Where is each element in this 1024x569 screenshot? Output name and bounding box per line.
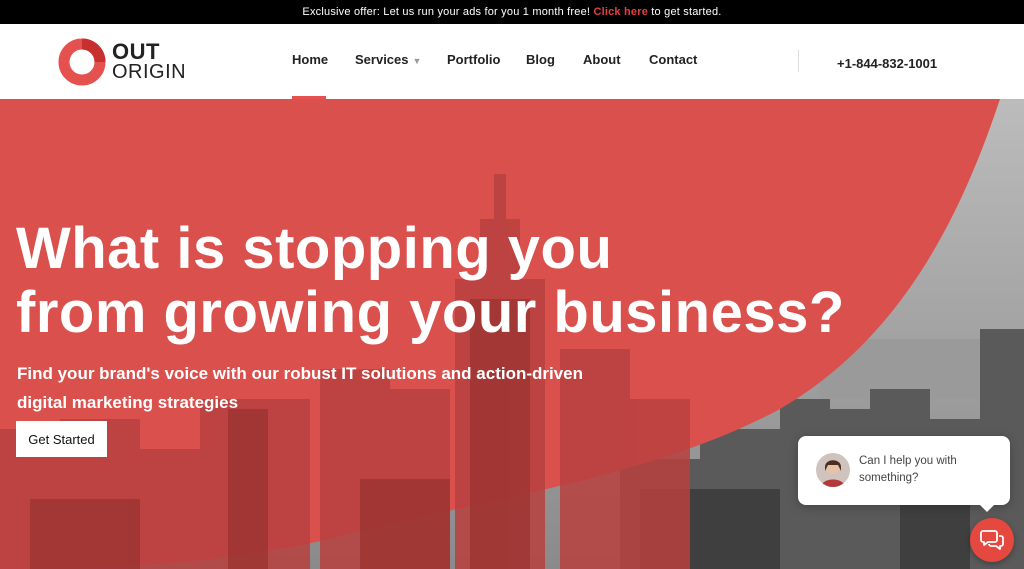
header-divider bbox=[798, 50, 799, 72]
chat-open-button[interactable] bbox=[970, 518, 1014, 562]
nav-item-blog[interactable]: Blog bbox=[526, 52, 555, 67]
promo-bar: Exclusive offer: Let us run your ads for… bbox=[0, 0, 1024, 24]
agent-avatar bbox=[816, 453, 850, 487]
hero-subtitle-line-2: digital marketing strategies bbox=[17, 393, 239, 412]
hero-subtitle-line-1: Find your brand's voice with our robust … bbox=[17, 364, 584, 383]
promo-link[interactable]: Click here bbox=[593, 6, 648, 18]
nav-item-contact[interactable]: Contact bbox=[649, 52, 697, 67]
logo-word-origin: ORIGIN bbox=[112, 61, 187, 83]
chat-prompt-bubble[interactable]: Can I help you with something? bbox=[798, 436, 1010, 512]
hero-title-line-2: from growing your business? bbox=[16, 280, 845, 345]
logo-wordmark: OUT ORIGIN bbox=[112, 39, 187, 83]
brand-logo[interactable]: OUT ORIGIN bbox=[58, 37, 186, 87]
phone-link[interactable]: +1-844-832-1001 bbox=[837, 56, 937, 71]
logo-word-out: OUT bbox=[112, 39, 160, 64]
chevron-down-icon: ▼ bbox=[412, 56, 422, 66]
hero-title-line-1: What is stopping you bbox=[16, 216, 613, 281]
chat-line-1: Can I help you with bbox=[859, 455, 957, 467]
site-header: OUT ORIGIN Home Services ▼ Portfolio Blog… bbox=[0, 24, 1024, 99]
nav-item-services-label: Services bbox=[355, 52, 409, 67]
hero-subtitle: Find your brand's voice with our robust … bbox=[17, 359, 697, 417]
promo-text-end: to get started. bbox=[648, 6, 722, 18]
logo-mark-icon bbox=[58, 38, 106, 86]
nav-item-services[interactable]: Services ▼ bbox=[355, 52, 421, 67]
chat-icon bbox=[980, 530, 1004, 550]
promo-text: Exclusive offer: Let us run your ads for… bbox=[302, 6, 594, 18]
chat-prompt-text: Can I help you with something? bbox=[859, 453, 999, 487]
hero-title: What is stopping you from growing your b… bbox=[16, 217, 845, 345]
nav-item-home[interactable]: Home bbox=[292, 52, 328, 67]
nav-item-portfolio[interactable]: Portfolio bbox=[447, 52, 500, 67]
get-started-button[interactable]: Get Started bbox=[16, 421, 107, 457]
chat-line-2: something? bbox=[859, 472, 919, 484]
nav-item-about[interactable]: About bbox=[583, 52, 621, 67]
